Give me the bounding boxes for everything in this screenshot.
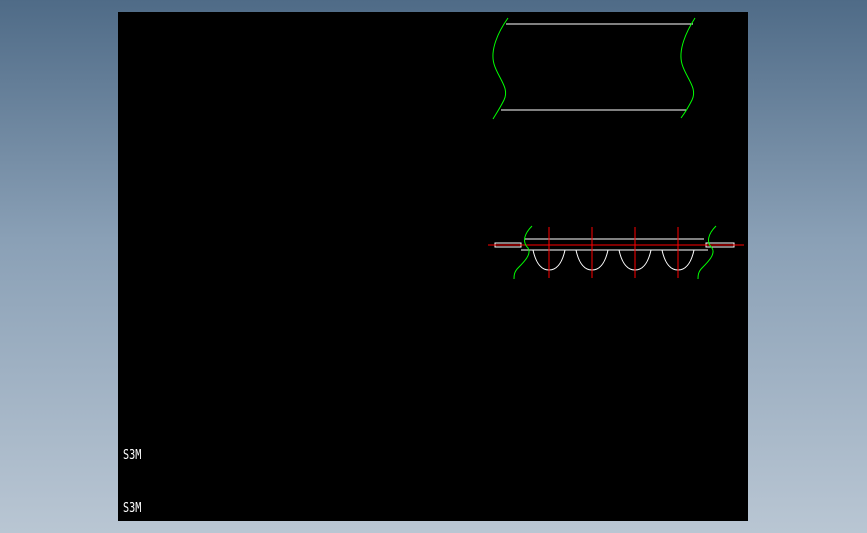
belt-type-label: S3M bbox=[123, 448, 142, 463]
belt-teeth-profile bbox=[527, 249, 702, 271]
cad-model-space[interactable]: S3M S3M bbox=[118, 12, 748, 521]
belt-type-label-secondary: S3M bbox=[123, 501, 142, 516]
break-line-left bbox=[492, 17, 509, 120]
cad-drawing bbox=[488, 17, 744, 280]
belt-top-view bbox=[492, 17, 696, 120]
break-line-right bbox=[680, 17, 696, 119]
section-break-right bbox=[697, 225, 717, 280]
belt-side-section bbox=[488, 225, 744, 280]
section-break-left bbox=[513, 225, 533, 280]
